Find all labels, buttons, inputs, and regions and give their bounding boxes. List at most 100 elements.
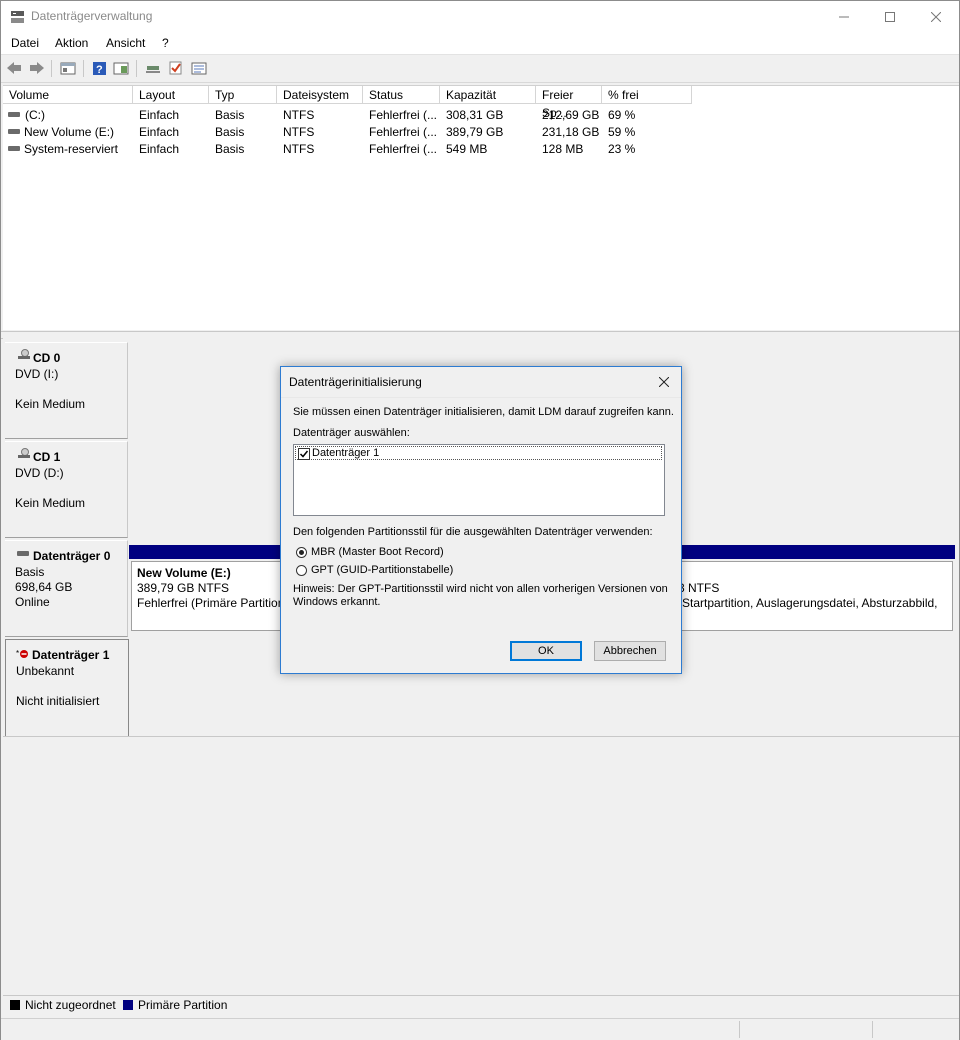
cell-free: 212,69 GB bbox=[542, 108, 600, 122]
column-header-prozent-frei[interactable]: % frei bbox=[602, 86, 692, 104]
partition-c[interactable]: 3 NTFS (Startpartition, Auslagerungsdate… bbox=[677, 561, 953, 631]
partition-style-label: Den folgenden Partitionsstil für die aus… bbox=[293, 526, 653, 538]
close-button[interactable] bbox=[913, 1, 959, 32]
disk-state: Kein Medium bbox=[15, 496, 86, 510]
column-header-typ[interactable]: Typ bbox=[209, 86, 277, 104]
initialize-disk-dialog: Datenträgerinitialisierung Sie müssen ei… bbox=[280, 366, 682, 674]
console-tree-icon bbox=[60, 62, 76, 75]
properties-button[interactable] bbox=[190, 59, 208, 77]
partition-title: New Volume (E:) bbox=[137, 566, 231, 580]
status-bar bbox=[1, 1018, 959, 1040]
disk-name: Datenträger 1 bbox=[32, 648, 110, 662]
back-button[interactable] bbox=[5, 59, 23, 77]
dialog-intro-text: Sie müssen einen Datenträger initialisie… bbox=[293, 406, 674, 418]
hard-disk-icon bbox=[17, 551, 29, 556]
partition-status: (Startpartition, Auslagerungsdatei, Abst… bbox=[678, 596, 938, 610]
close-icon bbox=[931, 11, 941, 22]
svg-text:*: * bbox=[16, 649, 19, 658]
disk-type: Basis bbox=[15, 565, 45, 579]
maximize-button[interactable] bbox=[867, 1, 913, 32]
cell-status: Fehlerfrei (... bbox=[369, 142, 438, 156]
disk-type: DVD (D:) bbox=[15, 466, 64, 480]
maximize-icon bbox=[885, 11, 895, 22]
disk-size: 698,64 GB bbox=[15, 580, 73, 594]
column-header-status[interactable]: Status bbox=[363, 86, 440, 104]
cell-fs: NTFS bbox=[283, 108, 315, 122]
forward-arrow-icon bbox=[30, 62, 44, 74]
disk-label-disk0[interactable]: Datenträger 0 Basis 698,64 GB Online bbox=[5, 540, 128, 637]
help-icon: ? bbox=[92, 61, 106, 76]
column-header-freier-speicher[interactable]: Freier Sp... bbox=[536, 86, 602, 120]
console-tree-button[interactable] bbox=[59, 59, 77, 77]
disk-state: Online bbox=[15, 595, 50, 609]
menu-ansicht[interactable]: Ansicht bbox=[106, 36, 145, 50]
menu-help[interactable]: ? bbox=[162, 36, 169, 50]
checklist-icon bbox=[169, 61, 182, 75]
partition-status: Fehlerfrei (Primäre Partition bbox=[137, 596, 285, 610]
forward-button[interactable] bbox=[28, 59, 46, 77]
cell-capacity: 549 MB bbox=[446, 142, 488, 156]
properties-icon bbox=[191, 62, 207, 75]
toolbar-separator bbox=[83, 60, 84, 77]
drive-icon bbox=[8, 146, 20, 151]
check-button[interactable] bbox=[167, 59, 185, 77]
cell-fs: NTFS bbox=[283, 142, 315, 156]
disk-state: Kein Medium bbox=[15, 397, 86, 411]
cell-status: Fehlerfrei (... bbox=[369, 125, 438, 139]
disk-label-cd1[interactable]: CD 1 DVD (D:) Kein Medium bbox=[5, 441, 128, 538]
partition-size: 389,79 GB NTFS bbox=[137, 581, 230, 595]
status-separator bbox=[739, 1021, 740, 1038]
disk-checkbox[interactable] bbox=[298, 448, 310, 460]
list-item-label: Datenträger 1 bbox=[312, 447, 380, 459]
column-header-volume[interactable]: Volume bbox=[3, 86, 133, 104]
cell-layout: Einfach bbox=[139, 142, 180, 156]
minimize-button[interactable] bbox=[821, 1, 867, 32]
minimize-icon bbox=[839, 16, 849, 17]
gpt-hint-line2: Windows erkannt. bbox=[293, 596, 381, 608]
column-header-dateisystem[interactable]: Dateisystem bbox=[277, 86, 363, 104]
column-header-kapazitaet[interactable]: Kapazität bbox=[440, 86, 536, 104]
disk-label-cd0[interactable]: CD 0 DVD (I:) Kein Medium bbox=[5, 342, 128, 439]
divider bbox=[3, 736, 959, 737]
cell-typ: Basis bbox=[215, 142, 245, 156]
cancel-button[interactable]: Abbrechen bbox=[594, 641, 666, 661]
cell-percent: 59 % bbox=[608, 125, 636, 139]
disk-error-icon: * bbox=[16, 649, 28, 658]
mbr-radio-label[interactable]: MBR (Master Boot Record) bbox=[311, 546, 444, 558]
drive-icon bbox=[8, 112, 20, 117]
help-button[interactable]: ? bbox=[90, 59, 108, 77]
menu-bar: Datei Aktion Ansicht ? bbox=[1, 32, 959, 55]
cell-layout: Einfach bbox=[139, 108, 180, 122]
disk-listbox[interactable]: Datenträger 1 bbox=[293, 444, 665, 516]
close-icon bbox=[659, 377, 669, 387]
menu-datei[interactable]: Datei bbox=[11, 36, 39, 50]
cell-volume: New Volume (E:) bbox=[24, 125, 115, 139]
cell-free: 231,18 GB bbox=[542, 125, 600, 139]
connect-button[interactable] bbox=[144, 59, 162, 77]
cell-layout: Einfach bbox=[139, 125, 180, 139]
ok-button[interactable]: OK bbox=[510, 641, 582, 661]
disk-management-icon bbox=[11, 11, 24, 23]
column-header-layout[interactable]: Layout bbox=[133, 86, 209, 104]
legend-swatch-primary bbox=[123, 1000, 133, 1010]
status-separator bbox=[872, 1021, 873, 1038]
svg-text:?: ? bbox=[96, 64, 103, 76]
disk-type: Unbekannt bbox=[16, 664, 75, 678]
mbr-radio[interactable] bbox=[296, 547, 307, 558]
select-disk-label: Datenträger auswählen: bbox=[293, 427, 410, 439]
show-pane-button[interactable] bbox=[112, 59, 130, 77]
dialog-title-divider bbox=[281, 397, 681, 398]
list-item[interactable]: Datenträger 1 bbox=[295, 446, 662, 460]
checkmark-icon bbox=[299, 450, 309, 458]
disk-label-disk1[interactable]: * Datenträger 1 Unbekannt Nicht initiali… bbox=[5, 639, 129, 737]
gpt-hint-line1: Hinweis: Der GPT-Partitionsstil wird nic… bbox=[293, 583, 668, 595]
gpt-radio-label[interactable]: GPT (GUID-Partitionstabelle) bbox=[311, 564, 453, 576]
gpt-radio[interactable] bbox=[296, 565, 307, 576]
cell-volume: (C:) bbox=[25, 108, 45, 122]
dialog-close-button[interactable] bbox=[653, 371, 675, 393]
toolbar: ? bbox=[1, 55, 959, 83]
cd-drive-icon bbox=[18, 349, 30, 359]
cell-capacity: 389,79 GB bbox=[446, 125, 504, 139]
menu-aktion[interactable]: Aktion bbox=[55, 36, 88, 50]
legend-label-primary: Primäre Partition bbox=[138, 998, 228, 1012]
